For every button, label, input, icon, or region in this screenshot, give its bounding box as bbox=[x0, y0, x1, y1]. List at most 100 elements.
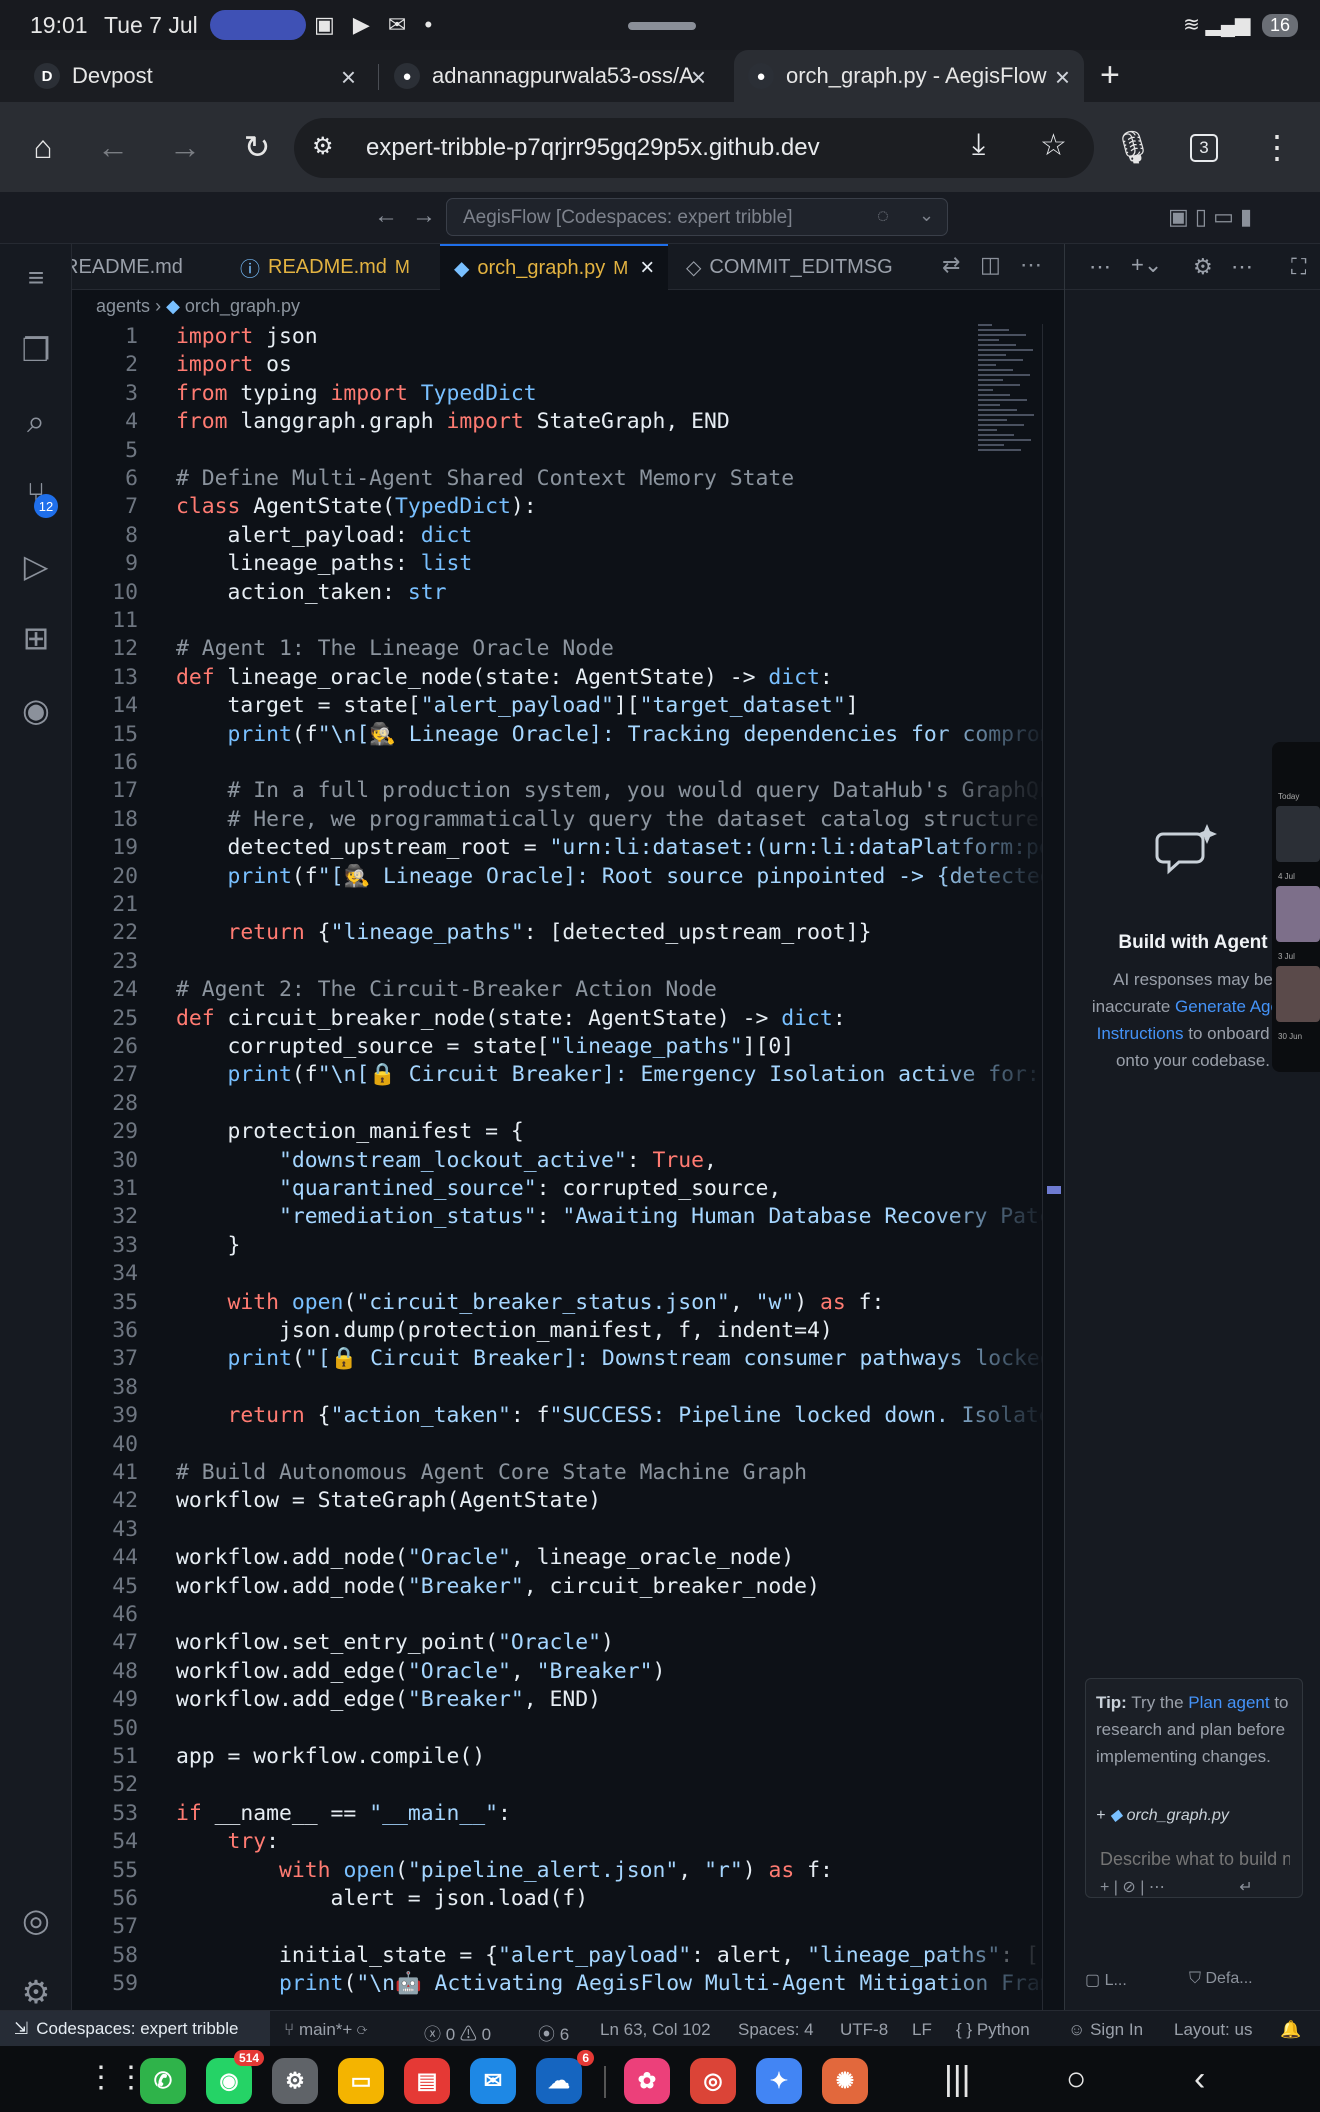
more-icon[interactable]: ⋯ bbox=[1089, 254, 1111, 280]
close-tab-icon[interactable]: × bbox=[691, 62, 706, 93]
code-line[interactable]: 21 bbox=[72, 892, 1042, 920]
home-icon[interactable]: ⌂ bbox=[20, 124, 66, 170]
chrome-app-icon[interactable]: ◎ bbox=[690, 2058, 736, 2104]
code-line[interactable]: 45 workflow.add_node("Breaker", circuit_b… bbox=[72, 1574, 1042, 1602]
code-line[interactable]: 34 bbox=[72, 1261, 1042, 1289]
settings-gear-icon[interactable]: ⚙ bbox=[12, 1968, 60, 2016]
search-icon[interactable]: ⌕ bbox=[12, 398, 60, 446]
code-line[interactable]: 19 detected_upstream_root = "urn:li:data… bbox=[72, 835, 1042, 863]
code-line[interactable]: 51 app = workflow.compile() bbox=[72, 1744, 1042, 1772]
code-line[interactable]: 41 # Build Autonomous Agent Core State Ma… bbox=[72, 1460, 1042, 1488]
code-line[interactable]: 1 import json bbox=[72, 324, 1042, 352]
code-line[interactable]: 3 from typing import TypedDict bbox=[72, 381, 1042, 409]
tab-readme-modified[interactable]: ⓘ README.md M bbox=[226, 244, 438, 290]
phone-app-icon[interactable]: ✆ bbox=[140, 2058, 186, 2104]
menu-icon[interactable]: ≡ bbox=[12, 254, 60, 302]
code-line[interactable]: 46 bbox=[72, 1602, 1042, 1630]
back-icon[interactable]: ← bbox=[90, 124, 136, 170]
code-line[interactable]: 7 class AgentState(TypedDict): bbox=[72, 494, 1042, 522]
chevron-down-icon[interactable]: ⌄ bbox=[919, 205, 934, 226]
code-line[interactable]: 49 workflow.add_edge("Breaker", END) bbox=[72, 1687, 1042, 1715]
context-chip[interactable]: + ◆ orch_graph.py bbox=[1096, 1805, 1294, 1833]
code-line[interactable]: 23 bbox=[72, 949, 1042, 977]
tab-orch-graph[interactable]: ◆ orch_graph.py M × bbox=[440, 244, 668, 290]
new-chat-icon[interactable]: +⌄ bbox=[1131, 252, 1162, 278]
code-line[interactable]: 55 with open("pipeline_alert.json", "r")… bbox=[72, 1858, 1042, 1886]
code-line[interactable]: 9 lineage_paths: list bbox=[72, 551, 1042, 579]
messenger-app-icon[interactable]: ☁ 6 bbox=[536, 2050, 594, 2104]
code-line[interactable]: 18 # Here, we programmatically query the… bbox=[72, 807, 1042, 835]
forward-nav-icon[interactable]: → bbox=[412, 202, 436, 230]
indentation[interactable]: Spaces: 4 bbox=[738, 2020, 814, 2040]
github-icon[interactable]: ◉ bbox=[12, 686, 60, 734]
code-line[interactable]: 47 workflow.set_entry_point("Oracle") bbox=[72, 1630, 1042, 1658]
forward-icon[interactable]: → bbox=[162, 124, 208, 170]
bookmark-star-icon[interactable]: ☆ bbox=[1040, 128, 1067, 163]
code-line[interactable]: 38 bbox=[72, 1375, 1042, 1403]
code-line[interactable]: 31 "quarantined_source": corrupted_sourc… bbox=[72, 1176, 1042, 1204]
code-line[interactable]: 22 return {"lineage_paths": [detected_up… bbox=[72, 920, 1042, 948]
keyboard-layout[interactable]: Layout: us bbox=[1174, 2020, 1252, 2040]
notification-pill[interactable] bbox=[210, 10, 306, 40]
open-changes-icon[interactable]: ⇄ bbox=[942, 252, 960, 278]
code-line[interactable]: 27 print(f"\n[🔒 Circuit Breaker]: Emerge… bbox=[72, 1062, 1042, 1090]
code-line[interactable]: 30 "downstream_lockout_active": True, bbox=[72, 1148, 1042, 1176]
split-editor-icon[interactable]: ◫ bbox=[980, 252, 1001, 278]
docs-app-icon[interactable]: ▤ bbox=[404, 2058, 450, 2104]
code-line[interactable]: 29 protection_manifest = { bbox=[72, 1119, 1042, 1147]
code-line[interactable]: 14 target = state["alert_payload"]["targ… bbox=[72, 693, 1042, 721]
code-line[interactable]: 25 def circuit_breaker_node(state: AgentS… bbox=[72, 1006, 1042, 1034]
menu-kebab-icon[interactable]: ⋮ bbox=[1254, 124, 1300, 170]
code-line[interactable]: 2 import os bbox=[72, 352, 1042, 380]
thumbnail[interactable] bbox=[1276, 886, 1320, 942]
code-line[interactable]: 44 workflow.add_node("Oracle", lineage_or… bbox=[72, 1545, 1042, 1573]
maximize-icon[interactable]: ⛶ bbox=[1291, 254, 1306, 280]
account-icon[interactable]: ◎ bbox=[12, 1896, 60, 1944]
recents-thumbnail-strip[interactable]: Today 4 Jul 3 Jul 30 Jun bbox=[1272, 742, 1320, 1072]
code-line[interactable]: 4 from langgraph.graph import StateGraph,… bbox=[72, 409, 1042, 437]
code-line[interactable]: 35 with open("circuit_breaker_status.jso… bbox=[72, 1290, 1042, 1318]
code-editor[interactable]: 1 import json 2 import os 3 from typing impor… bbox=[72, 324, 1042, 2010]
editor-scrollbar[interactable] bbox=[1042, 324, 1064, 2010]
send-icon[interactable]: ↵ bbox=[1239, 1879, 1252, 1896]
code-line[interactable]: 48 workflow.add_edge("Oracle", "Breaker") bbox=[72, 1659, 1042, 1687]
more-icon[interactable]: ⋯ bbox=[1149, 1879, 1165, 1896]
code-line[interactable]: 28 bbox=[72, 1091, 1042, 1119]
more-icon[interactable]: ⋯ bbox=[1231, 254, 1253, 280]
code-line[interactable]: 36 json.dump(protection_manifest, f, ind… bbox=[72, 1318, 1042, 1346]
close-tab-icon[interactable]: × bbox=[1055, 62, 1070, 93]
back-nav-icon[interactable]: ← bbox=[374, 202, 398, 230]
chat-model-selector[interactable]: ⛉ Defa... bbox=[1189, 1970, 1253, 1988]
code-line[interactable]: 5 bbox=[72, 438, 1042, 466]
breadcrumb-file[interactable]: orch_graph.py bbox=[185, 296, 300, 316]
code-line[interactable]: 11 bbox=[72, 608, 1042, 636]
layout-toggle-icons[interactable]: ▣ ▯ ▭ ▮ bbox=[1168, 204, 1252, 230]
code-line[interactable]: 33 } bbox=[72, 1233, 1042, 1261]
thumbnail[interactable] bbox=[1276, 966, 1320, 1022]
run-debug-icon[interactable]: ▷ bbox=[12, 542, 60, 590]
code-line[interactable]: 54 try: bbox=[72, 1829, 1042, 1857]
code-line[interactable]: 39 return {"action_taken": f"SUCCESS: Pi… bbox=[72, 1403, 1042, 1431]
code-line[interactable]: 42 workflow = StateGraph(AgentState) bbox=[72, 1488, 1042, 1516]
extensions-icon[interactable]: ⊞ bbox=[12, 614, 60, 662]
microphone-icon[interactable]: 🎙 bbox=[1110, 124, 1156, 170]
code-line[interactable]: 6 # Define Multi-Agent Shared Context Mem… bbox=[72, 466, 1042, 494]
code-line[interactable]: 37 print("[🔒 Circuit Breaker]: Downstrea… bbox=[72, 1346, 1042, 1374]
problems-indicator[interactable]: ⓧ 0 ⚠ 0 bbox=[424, 2020, 491, 2045]
browser-tab-github-repo[interactable]: ● adnannagpurwala53-oss/A × bbox=[380, 50, 720, 102]
code-line[interactable]: 16 bbox=[72, 750, 1042, 778]
claude-app-icon[interactable]: ✺ bbox=[822, 2058, 868, 2104]
line-ending[interactable]: LF bbox=[912, 2020, 932, 2040]
add-context-icon[interactable]: + bbox=[1096, 1807, 1105, 1824]
ports-indicator[interactable]: ⦿ 6 bbox=[538, 2020, 569, 2045]
back-button-icon[interactable]: ‹ bbox=[1194, 2060, 1205, 2099]
code-line[interactable]: 24 # Agent 2: The Circuit-Breaker Action … bbox=[72, 977, 1042, 1005]
whatsapp-app-icon[interactable]: ◉ 514 bbox=[206, 2050, 264, 2104]
copilot-chat-icon[interactable]: ◌ bbox=[877, 205, 889, 228]
code-line[interactable]: 26 corrupted_source = state["lineage_pat… bbox=[72, 1034, 1042, 1062]
code-line[interactable]: 15 print(f"\n[🕵 Lineage Oracle]: Trackin… bbox=[72, 722, 1042, 750]
plan-agent-link[interactable]: Plan agent bbox=[1188, 1693, 1269, 1712]
gallery-app-icon[interactable]: ✿ bbox=[624, 2058, 670, 2104]
code-line[interactable]: 53 if __name__ == "__main__": bbox=[72, 1801, 1042, 1829]
code-line[interactable]: 20 print(f"[🕵 Lineage Oracle]: Root sour… bbox=[72, 864, 1042, 892]
